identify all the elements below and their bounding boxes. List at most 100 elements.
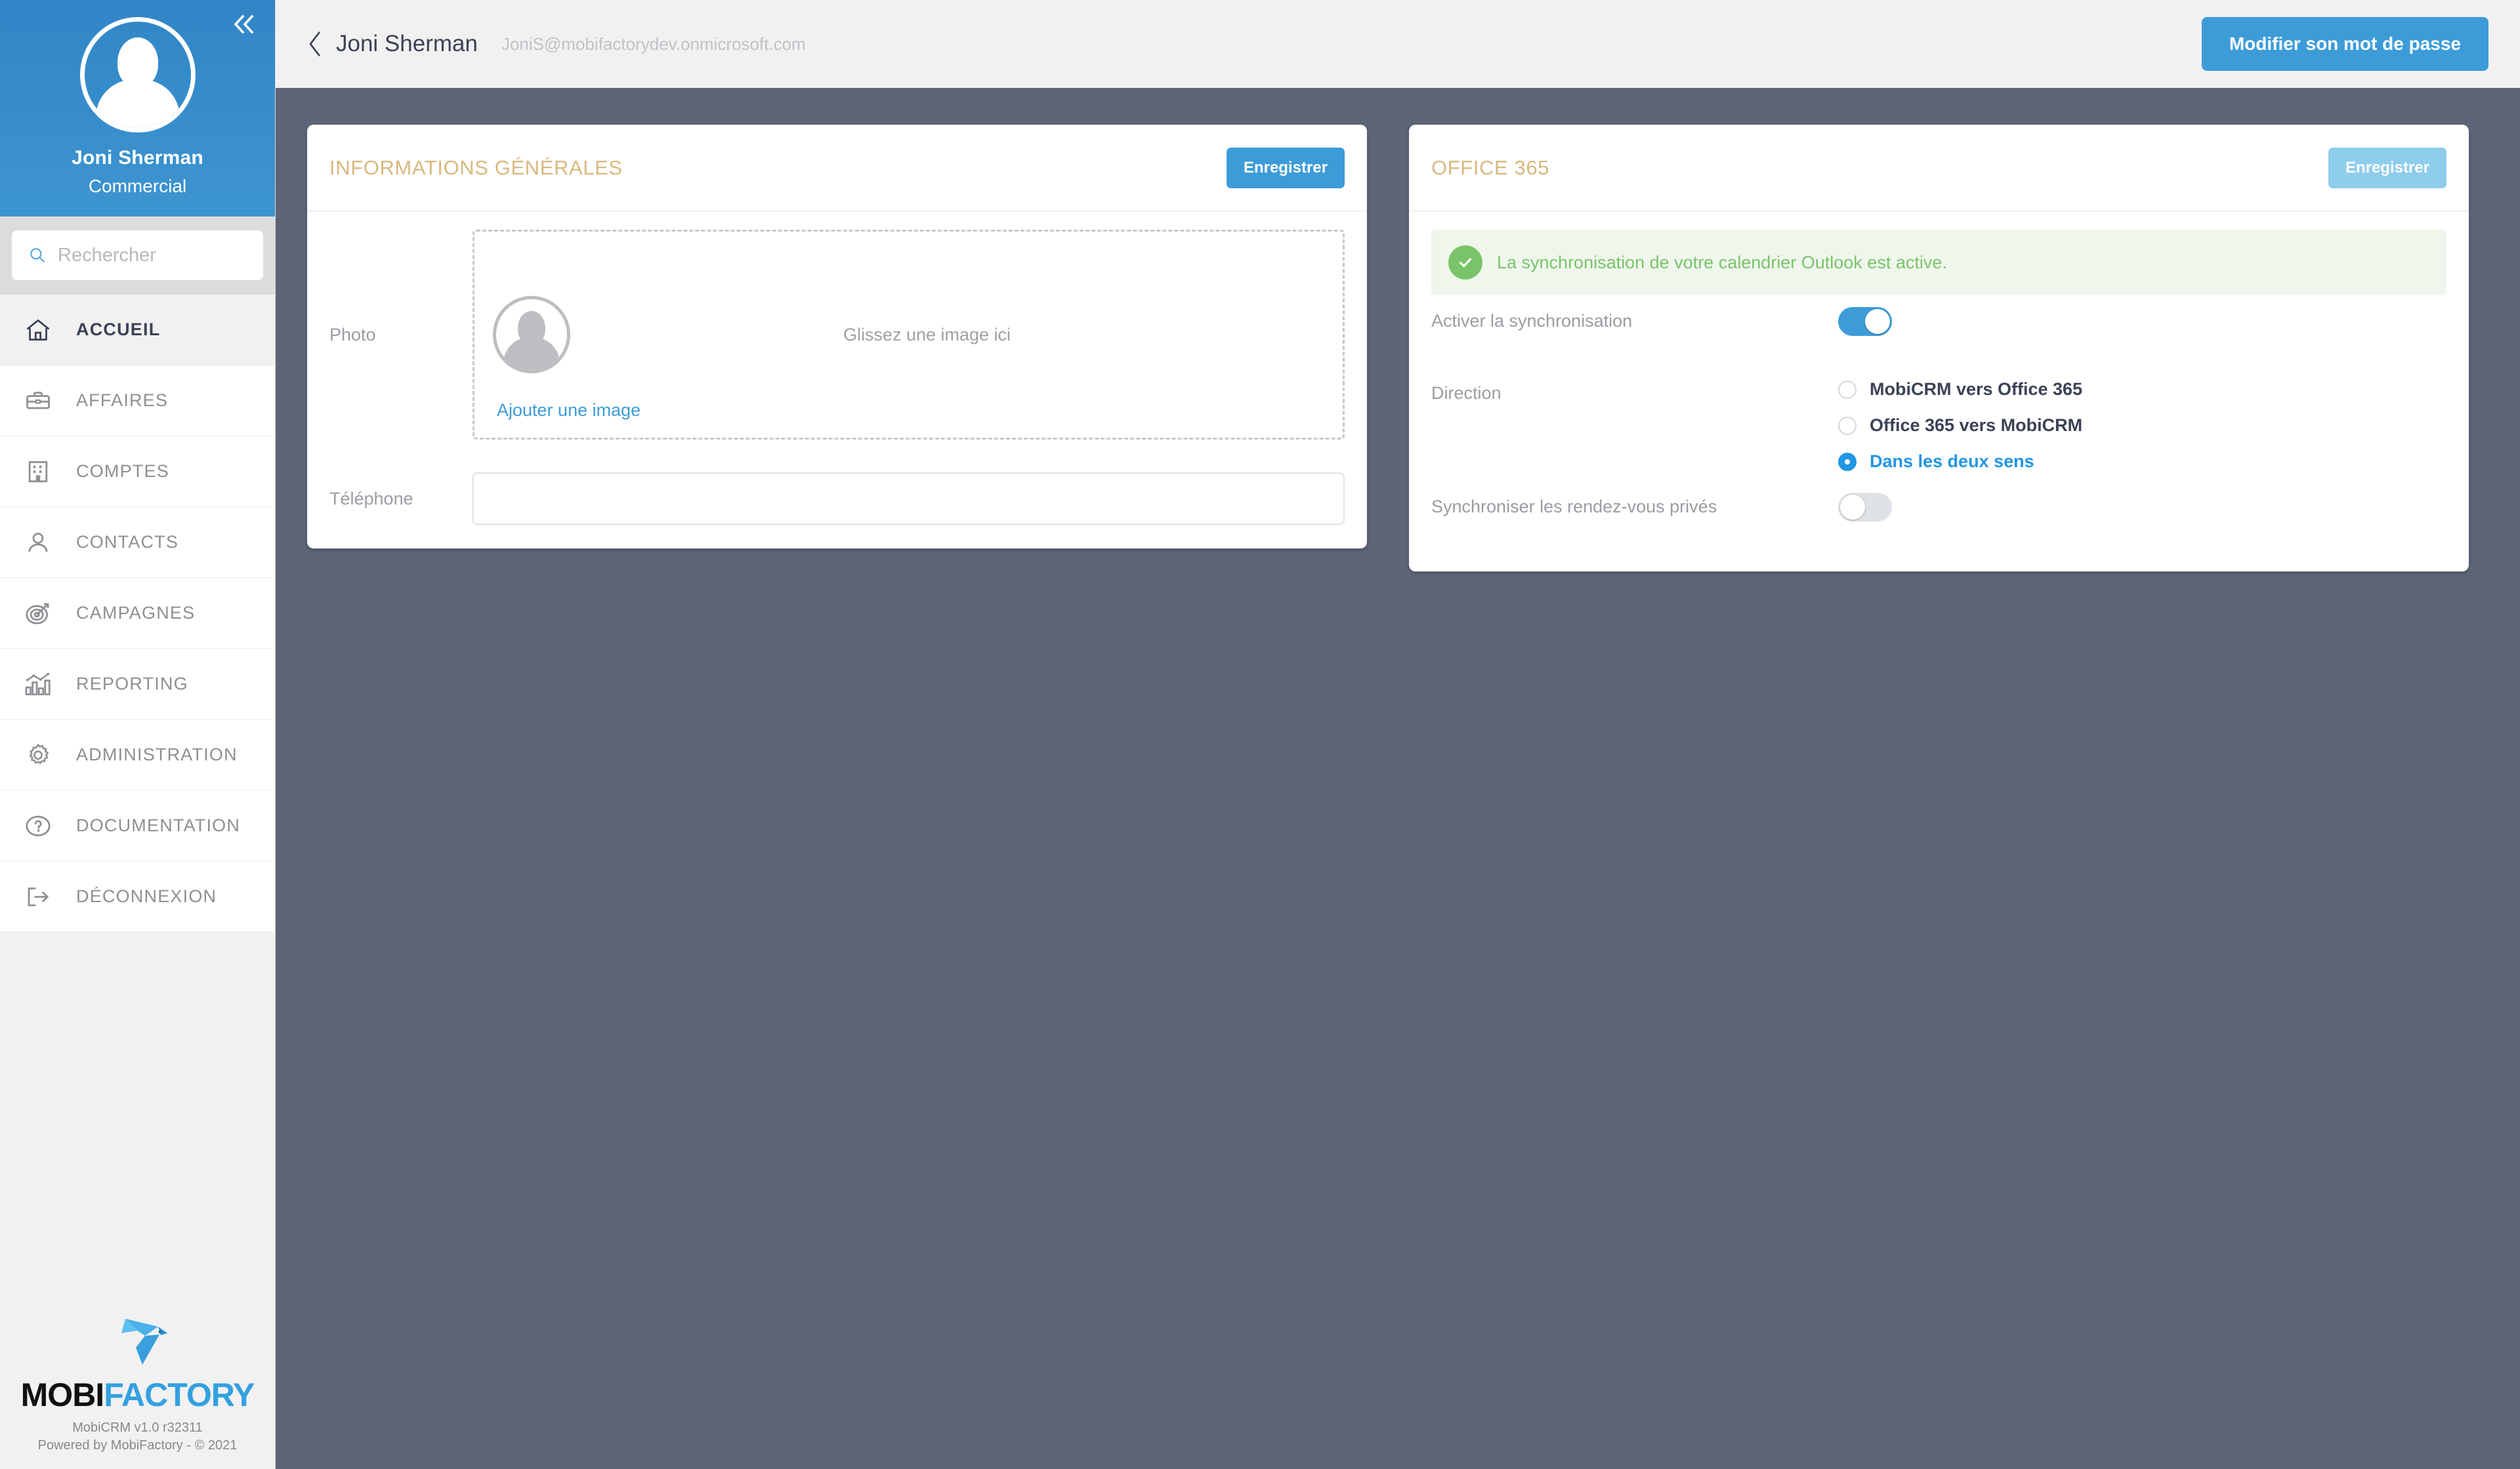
search-input[interactable] <box>58 244 246 266</box>
sync-status-alert: La synchronisation de votre calendrier O… <box>1431 230 2446 295</box>
private-appointments-label: Synchroniser les rendez-vous privés <box>1431 497 1717 516</box>
logo-text-dark: MOBI <box>20 1376 105 1413</box>
sidebar-user-role: Commercial <box>88 176 187 196</box>
chevron-left-icon <box>309 31 320 56</box>
private-appointments-toggle[interactable] <box>1838 493 1892 522</box>
photo-label: Photo <box>329 324 376 344</box>
dropzone-hint: Glissez une image ici <box>843 324 1011 344</box>
content-area: INFORMATIONS GÉNÉRALES Enregistrer Photo… <box>276 88 2520 1469</box>
sidebar-profile: Joni Sherman Commercial <box>0 0 275 217</box>
enable-sync-toggle[interactable] <box>1838 307 1892 336</box>
sidebar-item-administration[interactable]: ADMINISTRATION <box>0 720 275 791</box>
check-circle-icon <box>1448 245 1482 279</box>
avatar <box>79 17 196 133</box>
general-info-card-body: Photo Glissez une image ici Ajouter une … <box>307 211 1367 548</box>
placeholder-body-shape <box>503 337 560 370</box>
collapse-sidebar-button[interactable] <box>228 9 262 39</box>
sidebar-item-deconnexion[interactable]: DÉCONNEXION <box>0 861 275 932</box>
enable-sync-row: Activer la synchronisation <box>1431 307 2446 362</box>
direction-option-o365-to-mobicrm[interactable]: Office 365 vers MobiCRM <box>1838 415 2082 436</box>
sidebar-item-label: DÉCONNEXION <box>76 886 217 906</box>
radio-label: Office 365 vers MobiCRM <box>1870 415 2083 435</box>
save-general-info-button[interactable]: Enregistrer <box>1226 147 1345 188</box>
general-info-card-title: INFORMATIONS GÉNÉRALES <box>329 155 623 179</box>
sidebar-item-affaires[interactable]: AFFAIRES <box>0 365 275 436</box>
sidebar: Joni Sherman Commercial Rechercher ACCUE… <box>0 0 276 1469</box>
home-icon <box>20 316 56 344</box>
search-box[interactable] <box>12 230 263 280</box>
sidebar-item-campagnes[interactable]: CAMPAGNES <box>0 578 275 649</box>
sidebar-item-label: DOCUMENTATION <box>76 816 241 835</box>
mobifactory-bird-icon <box>99 1314 177 1377</box>
sidebar-item-label: ACCUEIL <box>76 320 161 339</box>
briefcase-icon <box>20 386 56 415</box>
version-line-2: Powered by MobiFactory - © 2021 <box>37 1438 238 1453</box>
office365-card-body: La synchronisation de votre calendrier O… <box>1409 211 2469 571</box>
building-icon <box>20 457 56 486</box>
user-avatar-placeholder-icon <box>493 296 570 373</box>
radio-dot <box>1838 380 1857 399</box>
direction-option-both-ways[interactable]: Dans les deux sens <box>1838 451 2082 472</box>
sidebar-item-documentation[interactable]: DOCUMENTATION <box>0 791 275 861</box>
sidebar-search-area <box>0 217 275 295</box>
sidebar-item-label: CAMPAGNES <box>76 603 196 623</box>
office365-card: OFFICE 365 Enregistrer La synchronisatio… <box>1409 125 2469 571</box>
sidebar-item-reporting[interactable]: REPORTING <box>0 649 275 720</box>
general-info-card: INFORMATIONS GÉNÉRALES Enregistrer Photo… <box>307 125 1367 548</box>
version-line-1: MobiCRM v1.0 r32311 <box>72 1420 203 1435</box>
sidebar-footer: MOBIFACTORY MobiCRM v1.0 r32311 Powered … <box>0 1314 275 1469</box>
change-password-button[interactable]: Modifier son mot de passe <box>2201 17 2488 71</box>
phone-input[interactable] <box>472 472 1345 525</box>
logo-text-blue: FACTORY <box>104 1376 255 1413</box>
enable-sync-label: Activer la synchronisation <box>1431 311 1633 331</box>
private-appointments-row: Synchroniser les rendez-vous privés <box>1431 493 2446 548</box>
sidebar-item-label: COMPTES <box>76 461 169 481</box>
radio-dot <box>1838 416 1857 435</box>
save-office365-button[interactable]: Enregistrer <box>2328 147 2446 188</box>
bar-chart-icon <box>20 669 56 699</box>
photo-dropzone[interactable]: Glissez une image ici Ajouter une image <box>472 230 1345 440</box>
general-info-card-header: INFORMATIONS GÉNÉRALES Enregistrer <box>307 125 1367 211</box>
sidebar-filler <box>0 932 275 1314</box>
sidebar-user-name: Joni Sherman <box>72 147 203 169</box>
back-button[interactable] <box>303 26 333 62</box>
search-icon <box>30 248 45 262</box>
sidebar-item-label: ADMINISTRATION <box>76 745 238 764</box>
logout-icon <box>20 882 56 911</box>
sidebar-nav: ACCUEIL AFFAIRES COMPTES CONTACTS CAMPAG… <box>0 295 275 932</box>
version-info: MobiCRM v1.0 r32311 Powered by MobiFacto… <box>38 1419 238 1455</box>
sidebar-item-accueil[interactable]: ACCUEIL <box>0 295 275 365</box>
direction-option-mobicrm-to-o365[interactable]: MobiCRM vers Office 365 <box>1838 379 2082 400</box>
sidebar-item-label: AFFAIRES <box>76 390 169 410</box>
main-area: Joni Sherman JoniS@mobifactorydev.onmicr… <box>276 0 2520 1469</box>
question-mark-icon <box>20 812 56 840</box>
sidebar-item-label: CONTACTS <box>76 532 179 552</box>
phone-label: Téléphone <box>329 488 413 508</box>
sidebar-item-contacts[interactable]: CONTACTS <box>0 507 275 578</box>
radio-label: Dans les deux sens <box>1870 451 2034 471</box>
sync-status-message: La synchronisation de votre calendrier O… <box>1497 252 1947 272</box>
toggle-knob <box>1840 495 1865 520</box>
mobifactory-logo-text: MOBIFACTORY <box>21 1378 255 1411</box>
gear-icon <box>20 741 56 770</box>
sidebar-item-comptes[interactable]: COMPTES <box>0 436 275 507</box>
radio-dot <box>1838 452 1857 471</box>
avatar-body-shape <box>95 79 180 128</box>
user-email: JoniS@mobifactorydev.onmicrosoft.com <box>501 33 806 54</box>
office365-card-header: OFFICE 365 Enregistrer <box>1409 125 2469 211</box>
chevrons-left-icon <box>234 14 254 34</box>
phone-row: Téléphone <box>329 472 1345 525</box>
office365-card-title: OFFICE 365 <box>1431 155 1549 179</box>
direction-label: Direction <box>1431 383 1502 403</box>
direction-row: Direction MobiCRM vers Office 365 Office… <box>1431 379 2446 472</box>
toggle-knob <box>1865 309 1890 334</box>
page-title: Joni Sherman <box>336 31 478 56</box>
person-icon <box>20 528 56 557</box>
direction-radio-group: MobiCRM vers Office 365 Office 365 vers … <box>1838 379 2082 472</box>
topbar: Joni Sherman JoniS@mobifactorydev.onmicr… <box>276 0 2520 88</box>
sidebar-item-label: REPORTING <box>76 674 188 693</box>
target-arrow-icon <box>20 599 56 628</box>
radio-label: MobiCRM vers Office 365 <box>1870 379 2083 399</box>
photo-row: Photo Glissez une image ici Ajouter une … <box>329 230 1345 440</box>
add-image-link[interactable]: Ajouter une image <box>497 400 640 421</box>
